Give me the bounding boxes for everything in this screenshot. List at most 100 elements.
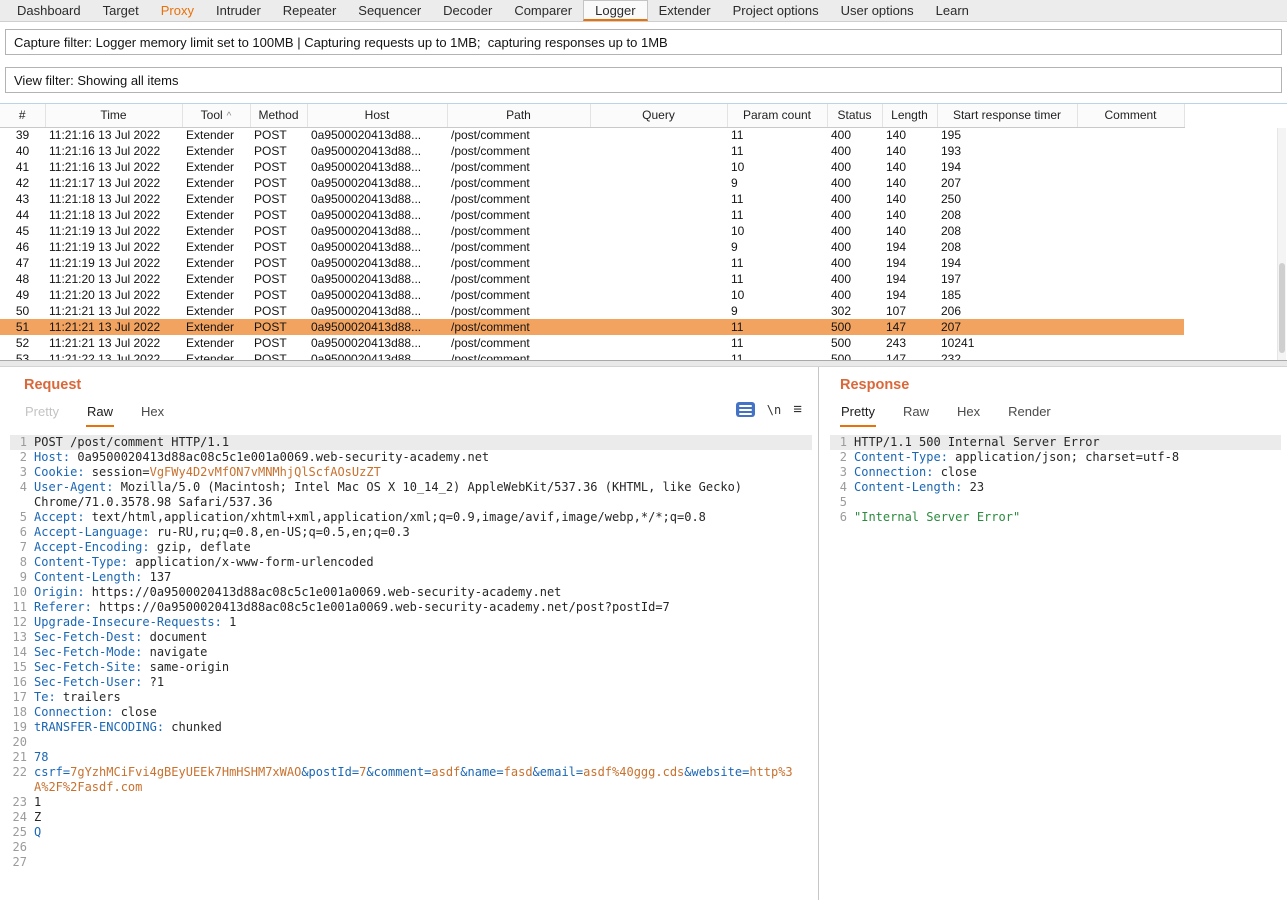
- column-header-host[interactable]: Host: [307, 104, 447, 127]
- cell-status: 400: [827, 175, 882, 191]
- newline-icon[interactable]: \n: [767, 403, 781, 417]
- menu-tab-proxy[interactable]: Proxy: [150, 0, 205, 21]
- menu-tab-logger[interactable]: Logger: [583, 0, 647, 21]
- menu-tab-comparer[interactable]: Comparer: [503, 0, 583, 21]
- line-content: 1: [34, 795, 812, 810]
- cell-param_count: 11: [727, 143, 827, 159]
- tab-raw[interactable]: Raw: [86, 402, 114, 427]
- editor-line: 7Accept-Encoding: gzip, deflate: [10, 540, 812, 555]
- capture-filter-bar[interactable]: Capture filter: Logger memory limit set …: [5, 29, 1282, 55]
- column-header-path[interactable]: Path: [447, 104, 590, 127]
- column-header-method[interactable]: Method: [250, 104, 307, 127]
- line-content: Sec-Fetch-Mode: navigate: [34, 645, 812, 660]
- column-label: Comment: [1104, 108, 1156, 122]
- cell-id: 48: [0, 271, 45, 287]
- menu-tab-user-options[interactable]: User options: [830, 0, 925, 21]
- menu-tab-extender[interactable]: Extender: [648, 0, 722, 21]
- table-row[interactable]: 4011:21:16 13 Jul 2022ExtenderPOST0a9500…: [0, 143, 1184, 159]
- cell-id: 45: [0, 223, 45, 239]
- menu-tab-decoder[interactable]: Decoder: [432, 0, 503, 21]
- editor-menu-icon[interactable]: ≡: [793, 402, 802, 417]
- table-row[interactable]: 5311:21:22 13 Jul 2022ExtenderPOST0a9500…: [0, 351, 1184, 360]
- table-scrollbar[interactable]: [1277, 128, 1286, 360]
- table-row[interactable]: 5111:21:21 13 Jul 2022ExtenderPOST0a9500…: [0, 319, 1184, 335]
- cell-time: 11:21:21 13 Jul 2022: [45, 335, 182, 351]
- line-content: 78: [34, 750, 812, 765]
- table-row[interactable]: 4311:21:18 13 Jul 2022ExtenderPOST0a9500…: [0, 191, 1184, 207]
- view-filter-bar[interactable]: View filter: Showing all items: [5, 67, 1282, 93]
- column-header-number[interactable]: #: [0, 104, 45, 127]
- vertical-splitter[interactable]: [818, 367, 826, 900]
- column-header-param-count[interactable]: Param count: [727, 104, 827, 127]
- line-number: 24: [10, 810, 34, 825]
- table-row[interactable]: 4711:21:19 13 Jul 2022ExtenderPOST0a9500…: [0, 255, 1184, 271]
- table-row[interactable]: 4911:21:20 13 Jul 2022ExtenderPOST0a9500…: [0, 287, 1184, 303]
- table-row[interactable]: 4211:21:17 13 Jul 2022ExtenderPOST0a9500…: [0, 175, 1184, 191]
- column-header-status[interactable]: Status: [827, 104, 882, 127]
- editor-line: 2Host: 0a9500020413d88ac08c5c1e001a0069.…: [10, 450, 812, 465]
- column-header-query[interactable]: Query: [590, 104, 727, 127]
- cell-comment: [1077, 255, 1184, 271]
- response-editor[interactable]: 1HTTP/1.1 500 Internal Server Error2Cont…: [830, 435, 1281, 894]
- line-content: Upgrade-Insecure-Requests: 1: [34, 615, 812, 630]
- table-row[interactable]: 5011:21:21 13 Jul 2022ExtenderPOST0a9500…: [0, 303, 1184, 319]
- table-row[interactable]: 4411:21:18 13 Jul 2022ExtenderPOST0a9500…: [0, 207, 1184, 223]
- table-row[interactable]: 4111:21:16 13 Jul 2022ExtenderPOST0a9500…: [0, 159, 1184, 175]
- tab-render[interactable]: Render: [1007, 402, 1052, 427]
- table-scrollbar-thumb[interactable]: [1279, 263, 1285, 354]
- line-content: Content-Length: 137: [34, 570, 812, 585]
- cell-param_count: 11: [727, 207, 827, 223]
- tab-hex[interactable]: Hex: [956, 402, 981, 427]
- horizontal-splitter[interactable]: [0, 360, 1287, 367]
- tab-pretty[interactable]: Pretty: [24, 402, 60, 427]
- menu-tab-sequencer[interactable]: Sequencer: [347, 0, 432, 21]
- cell-time: 11:21:17 13 Jul 2022: [45, 175, 182, 191]
- cell-tool: Extender: [182, 207, 250, 223]
- column-header-time[interactable]: Time: [45, 104, 182, 127]
- column-header-length[interactable]: Length: [882, 104, 937, 127]
- cell-tool: Extender: [182, 127, 250, 143]
- menu-tab-target[interactable]: Target: [92, 0, 150, 21]
- menu-tab-dashboard[interactable]: Dashboard: [6, 0, 92, 21]
- column-header-start-response-timer[interactable]: Start response timer: [937, 104, 1077, 127]
- column-label: Param count: [743, 108, 811, 122]
- editor-line: 8Content-Type: application/x-www-form-ur…: [10, 555, 812, 570]
- tab-hex[interactable]: Hex: [140, 402, 165, 427]
- cell-id: 50: [0, 303, 45, 319]
- column-header-tool[interactable]: Tool^: [182, 104, 250, 127]
- line-number: 9: [10, 570, 34, 585]
- line-content: Sec-Fetch-Site: same-origin: [34, 660, 812, 675]
- line-number: 3: [830, 465, 854, 480]
- request-editor[interactable]: 1 POST /post/comment HTTP/1.12Host: 0a950…: [10, 435, 812, 894]
- tab-pretty[interactable]: Pretty: [840, 402, 876, 427]
- table-row[interactable]: 4811:21:20 13 Jul 2022ExtenderPOST0a9500…: [0, 271, 1184, 287]
- cell-host: 0a9500020413d88...: [307, 351, 447, 360]
- menu-tab-repeater[interactable]: Repeater: [272, 0, 347, 21]
- cell-id: 46: [0, 239, 45, 255]
- cell-id: 53: [0, 351, 45, 360]
- table-row[interactable]: 3911:21:16 13 Jul 2022ExtenderPOST0a9500…: [0, 127, 1184, 143]
- wrap-lines-icon[interactable]: [736, 402, 755, 417]
- table-row[interactable]: 5211:21:21 13 Jul 2022ExtenderPOST0a9500…: [0, 335, 1184, 351]
- table-row[interactable]: 4511:21:19 13 Jul 2022ExtenderPOST0a9500…: [0, 223, 1184, 239]
- column-header-comment[interactable]: Comment: [1077, 104, 1184, 127]
- cell-method: POST: [250, 223, 307, 239]
- menu-tab-learn[interactable]: Learn: [925, 0, 980, 21]
- cell-comment: [1077, 159, 1184, 175]
- cell-status: 400: [827, 159, 882, 175]
- table-row[interactable]: 4611:21:19 13 Jul 2022ExtenderPOST0a9500…: [0, 239, 1184, 255]
- cell-param_count: 11: [727, 335, 827, 351]
- line-content: Te: trailers: [34, 690, 812, 705]
- cell-timer: 193: [937, 143, 1077, 159]
- cell-query: [590, 319, 727, 335]
- sort-ascending-icon: ^: [227, 111, 232, 122]
- menu-tab-intruder[interactable]: Intruder: [205, 0, 272, 21]
- cell-path: /post/comment: [447, 271, 590, 287]
- tab-raw[interactable]: Raw: [902, 402, 930, 427]
- cell-method: POST: [250, 319, 307, 335]
- line-content: POST /post/comment HTTP/1.1: [34, 435, 812, 450]
- line-number: 2: [830, 450, 854, 465]
- line-number: 5: [830, 495, 854, 510]
- menu-tab-project-options[interactable]: Project options: [722, 0, 830, 21]
- editor-line: 15Sec-Fetch-Site: same-origin: [10, 660, 812, 675]
